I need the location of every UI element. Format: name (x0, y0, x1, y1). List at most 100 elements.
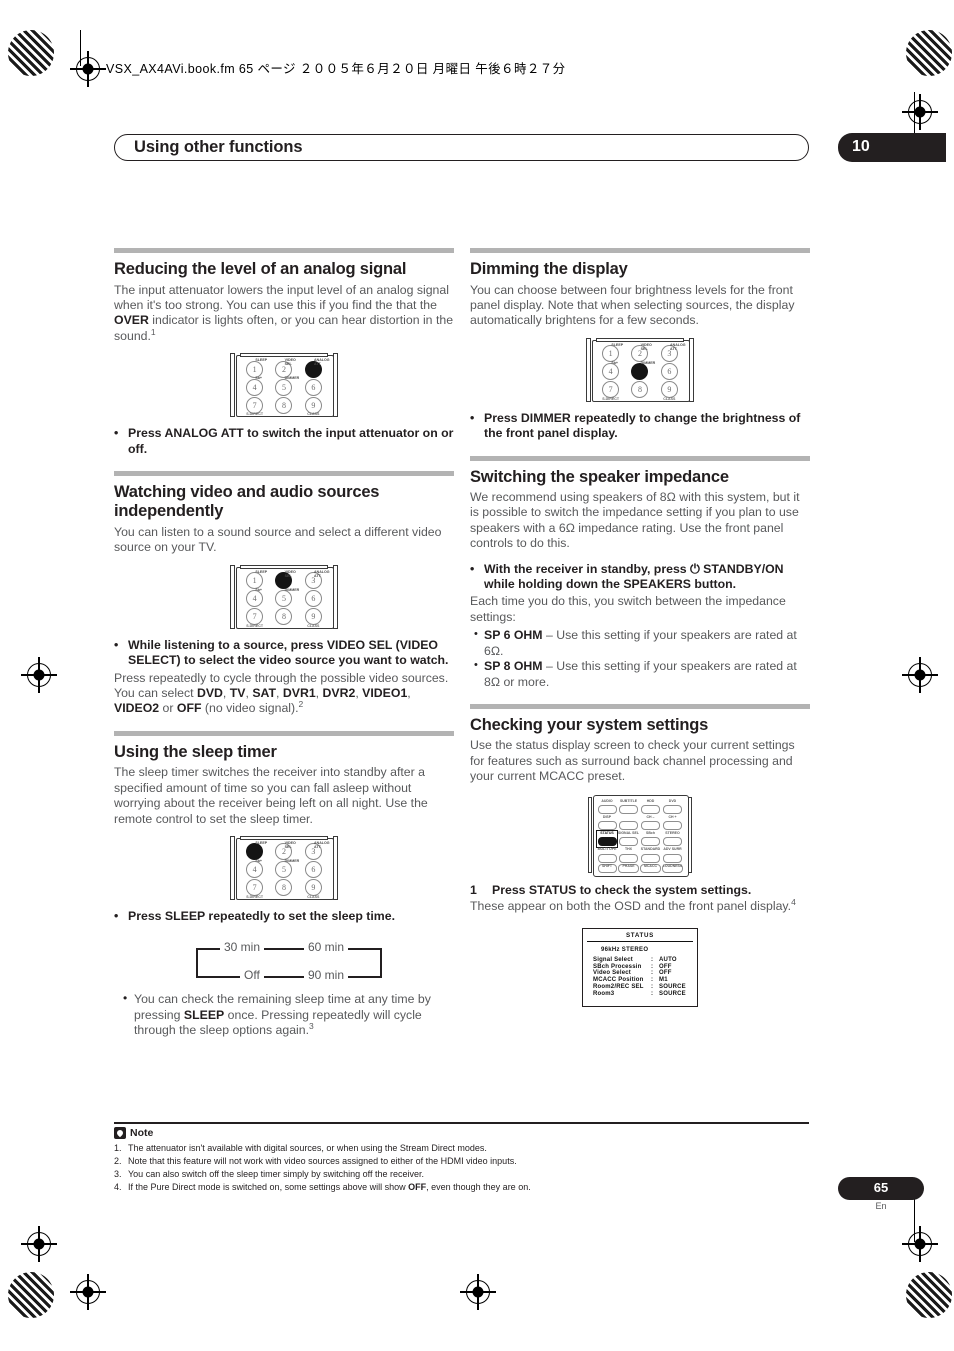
keypad-key-5: DIMMER 5 (269, 376, 300, 396)
remote-button-phase-label: PHASE (622, 863, 635, 868)
remote-button-audio-cap (597, 804, 617, 814)
remote-button-subtitle: SUBTITLE (618, 799, 639, 814)
keypad-key-7-label: S.DIRECT (602, 396, 620, 401)
keypad-key-2-label: VIDEO SEL (284, 840, 296, 849)
keypad-key-5-label: DIMMER (284, 587, 300, 592)
remote-illustration-analog-att: SLEEP1 VIDEO SEL2 ANALOG ATT3 Sb+4 DIMME… (114, 353, 454, 418)
osd-colon: : (651, 983, 654, 990)
osd-value-video-select: OFF (659, 970, 672, 977)
registration-mark-right (902, 657, 938, 693)
text-analog-b: indicator is lights often, or you can he… (114, 313, 454, 343)
keypad-key-5-label: DIMMER (284, 376, 300, 381)
bullet-analog-att-text: Press ANALOG ATT to switch the input att… (128, 426, 454, 456)
registration-mark-left (21, 657, 57, 693)
footnote-ref-3: 3 (309, 1021, 314, 1032)
keypad-key-7-label: S.DIRECT (246, 623, 264, 628)
remote-button-adv-surr-label: ADV SURR (663, 847, 682, 852)
impedance-options-list: SP 6 OHM – Use this setting if your spea… (470, 627, 810, 690)
remote-button-subtitle-label: SUBTITLE (619, 798, 638, 803)
source-video2: VIDEO2 (114, 701, 160, 716)
bullet-press-analog-att: • Press ANALOG ATT to switch the input at… (114, 426, 454, 457)
remote-button-hdd-cap (641, 804, 660, 814)
bullet-standby-speakers: • With the receiver in standby, press ⏻ S… (470, 562, 810, 593)
keypad-key-6: 6 (299, 861, 328, 879)
trim-line-header (914, 92, 915, 138)
keypad-key-4-button: 4 (246, 861, 264, 879)
keypad-key-9-button: 9 (660, 381, 678, 399)
keypad-key-8-button: 8 (275, 608, 293, 626)
keypad-key-6-button: 6 (304, 590, 322, 608)
osd-settings-table: Signal Select: AUTO SBch Processin: OFF Vi… (593, 956, 686, 997)
remote-button-sbch-label: SBch (646, 831, 655, 836)
remote-button-multi-ope-cap (597, 853, 617, 863)
footnote-num-3: 3. (114, 1168, 122, 1179)
footnote-text-4-bold: OFF (408, 1181, 427, 1192)
keypad-key-5-button: 5 (275, 378, 293, 396)
source-video1: VIDEO1 (362, 685, 408, 700)
keypad-key-3: ANALOG ATT 3 (299, 841, 330, 861)
footnote-text-2: Note that this feature will not work wit… (128, 1155, 517, 1166)
footnote-item-2: 2. Note that this feature will not work w… (114, 1155, 809, 1168)
remote-button-audio: AUDIO (597, 799, 617, 814)
keypad-key-6-button: 6 (660, 363, 678, 381)
remote-button-thx: THX (618, 847, 639, 863)
keypad-key-7-label: S.DIRECT (246, 894, 264, 899)
remote-left-rail (588, 796, 592, 873)
remote-button-thx-cap (619, 853, 638, 863)
osd-key-mcacc: MCACC Position (593, 977, 644, 984)
keypad-key-9-label: CLASS (307, 412, 320, 417)
osd-value-room3: SOURCE (659, 990, 686, 997)
osd-value-mcacc: M1 (659, 977, 668, 984)
chapter-number-label: 10 (852, 138, 870, 155)
keypad-key-5-label: DIMMER (284, 858, 300, 863)
keypad-graphic: SLEEP1 VIDEO SEL2 ANALOG ATT3 Sb+4 DIMME… (230, 835, 338, 900)
remote-button-signal-sel-label: SIGNAL SEL (618, 831, 639, 836)
trim-line-top (80, 30, 81, 66)
remote-button-standard-cap (641, 853, 660, 863)
footnote-item-1: 1. The attenuator isn't available with di… (114, 1142, 809, 1155)
note-label: Note (130, 1126, 154, 1139)
text-step-body: These appear on both the OSD and the fro… (470, 899, 792, 914)
footnote-ref-4: 4 (791, 896, 796, 907)
keypad-key-1-button: 1 (602, 345, 620, 363)
section-rule (114, 730, 454, 736)
keypad-left-rail (586, 337, 591, 402)
keypad-key-6-button: 6 (304, 861, 322, 879)
paragraph-sleep-intro: The sleep timer switches the receiver in… (114, 765, 428, 826)
bullet-dot: • (114, 908, 119, 923)
heading-sleep-timer: Using the sleep timer (114, 742, 277, 761)
footnote-num-2: 2. (114, 1155, 122, 1166)
remote-button-ch-up: CH + (662, 815, 683, 831)
keypad-key-8-button: 8 (275, 396, 293, 414)
keypad-key-5: DIMMER 5 (269, 858, 300, 879)
remote-button-disp: DISP (597, 815, 617, 831)
remote-button-signal-sel-cap (619, 837, 638, 847)
crop-mark-top-left (8, 30, 54, 76)
remote-button-shift-label: SHIFT (601, 863, 613, 868)
keypad-key-9: 9 CLASS (299, 608, 328, 628)
sleep-timer-notes-list: You can check the remaining sleep time a… (114, 991, 454, 1038)
keypad-key-8-button: 8 (631, 381, 649, 399)
step-text: Press STATUS to check the system setting… (492, 882, 752, 897)
bullet-dot: • (470, 561, 475, 576)
section-rule (470, 248, 810, 253)
osd-colon: : (651, 970, 654, 977)
paragraph-video-sources: Press repeatedly to cycle through the po… (114, 670, 449, 716)
keypad-key-3: ANALOG ATT 3 (655, 343, 686, 363)
footnote-text-4a: If the Pure Direct mode is switched on, … (128, 1181, 409, 1192)
page-language-label: En (875, 1201, 887, 1211)
keypad-key-1-label: SLEEP (255, 840, 268, 845)
osd-row-signal-select: Signal Select: AUTO (593, 956, 686, 963)
footnote-num-1: 1. (114, 1142, 122, 1153)
keypad-key-2-label: VIDEO SEL (284, 569, 296, 578)
section-rule (470, 703, 810, 709)
remote-button-blank (618, 815, 639, 831)
step-number: 1 (470, 882, 477, 897)
remote-button-standard: STANDARD (640, 847, 661, 863)
keypad-key-4-label: Sb+ (255, 858, 263, 863)
keypad-key-4: Sb+ 4 (240, 858, 269, 879)
list-item-sleep-check: You can check the remaining sleep time a… (123, 991, 454, 1038)
heading-checking-system-settings: Checking your system settings (470, 715, 709, 734)
